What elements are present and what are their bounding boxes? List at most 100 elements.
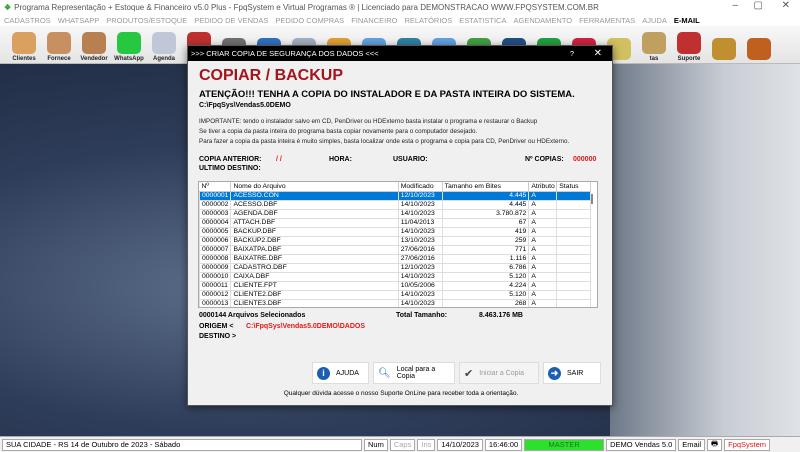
arrow-right-icon: ➜ [548, 366, 561, 380]
table-cell [556, 208, 591, 219]
help-button[interactable]: ? [570, 49, 574, 58]
ajuda-label: AJUDA [336, 369, 359, 377]
minimize-button[interactable]: – [732, 0, 738, 11]
table-row[interactable]: 0000011 CLIENTE.FPT 10/05/2006 4.224 A [199, 280, 591, 291]
table-row[interactable]: 0000007 BAIXATPA.DBF 27/06/2016 771 A [199, 244, 591, 255]
toolbar-button[interactable]: Clientes [8, 26, 40, 62]
table-row[interactable]: 0000001 ACESSO.CON 12/10/2023 4.445 A [199, 190, 591, 201]
table-cell [556, 217, 591, 228]
menu-item[interactable]: FINANCEIRO [351, 16, 397, 25]
menu-item-email[interactable]: E-MAIL [674, 16, 700, 25]
column-header[interactable]: Nome do Arquivo [230, 182, 399, 192]
table-row[interactable]: 0000004 ATTACH.DBF 11/04/2013 67 A [199, 217, 591, 228]
table-cell: CLIENTE2.DBF [230, 289, 399, 300]
toolbar-button[interactable]: Fornece [43, 26, 75, 62]
info-icon: i [317, 366, 330, 380]
menu-item[interactable]: FERRAMENTAS [579, 16, 635, 25]
warning-text: ATENÇÃO!!! TENHA A COPIA DO INSTALADOR E… [199, 89, 575, 100]
table-cell: 0000002 [199, 199, 232, 210]
ultimo-destino-label: ULTIMO DESTINO: [199, 165, 261, 172]
table-cell: 268 [441, 298, 530, 307]
local-copia-button[interactable]: 🔍︎ Local para a Copia [373, 362, 455, 384]
toolbar-label: Clientes [12, 56, 36, 62]
column-header[interactable]: Tamanho em Bites [442, 182, 530, 192]
ncopias-value: 000000 [573, 156, 597, 163]
background-map [610, 64, 800, 436]
toolbar-button[interactable]: WhatsApp [113, 26, 145, 62]
menu-item[interactable]: AJUDA [642, 16, 667, 25]
column-header[interactable]: Status [556, 182, 591, 192]
table-cell: 27/06/2016 [397, 253, 443, 264]
table-row[interactable]: 0000010 CAIXA.DBF 14/10/2023 5.120 A [199, 271, 591, 282]
table-cell: BACKUP2.DBF [230, 235, 399, 246]
dialog-close-button[interactable]: ✕ [594, 48, 602, 59]
table-cell: 14/10/2023 [397, 271, 443, 282]
toolbar-label: tas [649, 56, 659, 62]
table-cell: CLIENTE3.DBF [230, 298, 399, 307]
table-row[interactable]: 0000012 CLIENTE2.DBF 14/10/2023 5.120 A [199, 289, 591, 300]
close-window-button[interactable]: ✕ [782, 0, 790, 11]
destino-label: DESTINO > [199, 333, 237, 340]
status-caps: Caps [389, 438, 416, 451]
table-cell: A [528, 271, 558, 282]
sair-button[interactable]: ➜ SAIR [543, 362, 601, 384]
menu-item[interactable]: CADASTROS [4, 16, 51, 25]
column-header[interactable]: Modificado [398, 182, 443, 192]
status-ins: Ins [417, 438, 436, 451]
table-row[interactable]: 0000006 BACKUP2.DBF 13/10/2023 259 A [199, 235, 591, 246]
table-cell [556, 280, 591, 291]
table-cell [556, 226, 591, 237]
checkmark-icon: ✔ [464, 367, 474, 380]
table-row[interactable]: 0000008 BAIXATRE.DBF 27/06/2016 1.116 A [199, 253, 591, 264]
status-brand: FpqSystem [724, 438, 771, 451]
table-row[interactable]: 0000013 CLIENTE3.DBF 14/10/2023 268 A [199, 298, 591, 307]
table-cell: AGENDA.DBF [230, 208, 399, 219]
iniciar-copia-button[interactable]: ✔ Iniciar a Copia [459, 362, 539, 384]
printer-icon[interactable]: 🖶 [707, 438, 723, 451]
table-cell: BAIXATPA.DBF [230, 244, 399, 255]
toolbar-button[interactable]: tas [638, 26, 670, 62]
toolbar-button[interactable] [743, 26, 775, 62]
table-row[interactable]: 0000002 ACESSO.DBF 14/10/2023 4.445 A [199, 199, 591, 210]
scrollbar[interactable] [591, 194, 593, 204]
toolbar-button[interactable]: Vendedor [78, 26, 110, 62]
file-list[interactable]: Nº Nome do Arquivo Modificado Tamanho em Bi… [198, 181, 598, 308]
toolbar-button[interactable]: Agenda [148, 26, 180, 62]
backup-dialog: >>> CRIAR COPIA DE SEGURANÇA DOS DADOS <… [187, 45, 613, 406]
table-cell: A [528, 298, 558, 307]
table-cell: 4.445 [441, 199, 530, 210]
table-cell: 4.445 [441, 190, 530, 201]
table-cell: 10/05/2006 [397, 280, 443, 291]
table-cell: BAIXATRE.DBF [230, 253, 399, 264]
table-cell: 0000006 [199, 235, 232, 246]
maximize-button[interactable]: ▢ [754, 0, 763, 11]
toolbar-button[interactable] [708, 26, 740, 62]
toolbar-icon [47, 32, 71, 54]
menu-item[interactable]: RELATÓRIOS [404, 16, 452, 25]
table-cell: CAIXA.DBF [230, 271, 399, 282]
menu-item[interactable]: PEDIDO DE VENDAS [194, 16, 268, 25]
menu-item[interactable]: PRODUTOS/ESTOQUE [106, 16, 187, 25]
table-cell: 13/10/2023 [397, 235, 443, 246]
table-cell: 11/04/2013 [397, 217, 443, 228]
column-header[interactable]: Nº [199, 182, 232, 192]
menu-item[interactable]: AGENDAMENTO [513, 16, 572, 25]
menu-item[interactable]: ESTATISTICA [459, 16, 506, 25]
table-cell [556, 289, 591, 300]
status-email[interactable]: Email [678, 438, 706, 451]
menu-item[interactable]: PEDIDO COMPRAS [275, 16, 344, 25]
table-row[interactable]: 0000009 CADASTRO.DBF 12/10/2023 6.786 A [199, 262, 591, 273]
column-header[interactable]: Atributo [528, 182, 558, 192]
toolbar-button[interactable]: Suporte [673, 26, 705, 62]
app-title: Programa Representação + Estoque & Finan… [14, 2, 599, 12]
table-row[interactable]: 0000003 AGENDA.DBF 14/10/2023 3.780.872 A [199, 208, 591, 219]
ajuda-button[interactable]: i AJUDA [312, 362, 369, 384]
menu-item[interactable]: WHATSAPP [58, 16, 100, 25]
magnifier-icon: 🔍︎ [378, 367, 391, 379]
toolbar-icon [152, 32, 176, 54]
dialog-title: >>> CRIAR COPIA DE SEGURANÇA DOS DADOS <… [191, 49, 379, 58]
table-cell: 0000011 [199, 280, 232, 291]
status-bar: SUA CIDADE - RS 14 de Outubro de 2023 - … [0, 436, 800, 452]
info-line: Para fazer a copia da pasta inteira é mu… [199, 138, 570, 145]
table-row[interactable]: 0000005 BACKUP.DBF 14/10/2023 419 A [199, 226, 591, 237]
